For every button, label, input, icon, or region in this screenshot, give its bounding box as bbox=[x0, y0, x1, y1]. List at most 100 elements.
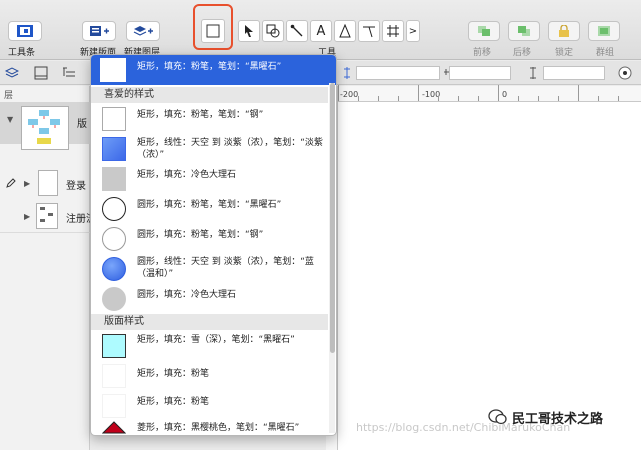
height-icon bbox=[530, 67, 536, 79]
menu-item-favorite[interactable]: 圆形，填充：冷色大理石 bbox=[91, 285, 328, 315]
rotation-icon[interactable] bbox=[618, 66, 632, 80]
menu-scroll-thumb[interactable] bbox=[330, 83, 335, 353]
grid-icon bbox=[387, 25, 399, 37]
toolbar-toggle-button[interactable] bbox=[8, 21, 42, 41]
canvas-icon[interactable] bbox=[34, 66, 48, 80]
menu-item-favorite[interactable]: 矩形，填充：冷色大理石 bbox=[91, 165, 328, 195]
toolbar-label: 工具条 bbox=[8, 48, 36, 58]
rectangle-swatch bbox=[102, 364, 126, 388]
style-tool-button[interactable] bbox=[201, 19, 225, 43]
height-field[interactable] bbox=[543, 66, 605, 80]
circle-gradient-swatch bbox=[102, 257, 126, 281]
layers-stack-icon[interactable] bbox=[5, 66, 19, 80]
bezier-tool-button[interactable] bbox=[358, 20, 380, 42]
circle-swatch bbox=[102, 197, 126, 221]
layer-thumbnail bbox=[38, 170, 58, 196]
send-backward-button[interactable] bbox=[508, 21, 540, 41]
canvas-styles-header: 版面样式 bbox=[91, 314, 328, 330]
ruler-label: -200 bbox=[340, 90, 359, 99]
width-field[interactable] bbox=[449, 66, 511, 80]
menu-item-label: 矩形，填充：粉笔，笔划：“黑曜石” bbox=[137, 62, 282, 72]
ruler-label: 0 bbox=[502, 90, 508, 99]
group-icon bbox=[598, 26, 610, 36]
pen-icon bbox=[339, 24, 351, 38]
menu-item-label: 圆形，填充：粉笔，笔划：“钢” bbox=[137, 230, 264, 240]
more-tools-button[interactable]: > bbox=[406, 20, 420, 42]
main-toolbar: 工具条 新建版面 新建图层 A > 工具 前移 后移 锁定 群组 bbox=[0, 0, 641, 60]
disclosure-triangle-icon[interactable]: ▶ bbox=[24, 212, 30, 221]
rectangle-gray-swatch bbox=[102, 167, 126, 191]
text-tool-button[interactable]: A bbox=[310, 20, 332, 42]
bring-forward-button[interactable] bbox=[468, 21, 500, 41]
style-popup-menu: 矩形，填充：粉笔，笔划：“黑曜石” 喜爱的样式 矩形，填充：粉笔，笔划：“钢” … bbox=[90, 54, 337, 436]
menu-item-favorite[interactable]: 矩形，填充：粉笔，笔划：“钢” bbox=[91, 105, 328, 135]
pencil-icon bbox=[6, 178, 16, 188]
lock-icon bbox=[559, 25, 569, 37]
rectangle-swatch bbox=[102, 107, 126, 131]
drawing-canvas[interactable] bbox=[338, 102, 641, 450]
menu-item-canvas-style[interactable]: 菱形，填充：黑樱桃色，笔划：“黑曜石” bbox=[91, 419, 328, 435]
mini-flowchart-icon bbox=[40, 207, 53, 222]
rectangle-gradient-swatch bbox=[102, 137, 126, 161]
layers-header: 层 bbox=[4, 91, 14, 101]
horizontal-ruler: -200 -100 0 bbox=[338, 85, 641, 102]
wechat-icon bbox=[488, 409, 507, 425]
group-label: 群组 bbox=[596, 48, 615, 58]
menu-item-selected[interactable]: 矩形，填充：粉笔，笔划：“黑曜石” bbox=[91, 55, 336, 85]
menu-item-label: 矩形，填充：粉笔，笔划：“钢” bbox=[137, 110, 264, 120]
style-swatch bbox=[100, 58, 126, 82]
layers-icon bbox=[133, 26, 153, 36]
lock-button[interactable] bbox=[548, 21, 580, 41]
send-backward-icon bbox=[518, 26, 530, 36]
grid-tool-button[interactable] bbox=[382, 20, 404, 42]
send-backward-label: 后移 bbox=[513, 48, 532, 58]
x-position-field[interactable] bbox=[356, 66, 440, 80]
favorites-header: 喜爱的样式 bbox=[91, 87, 328, 103]
y-position-icon bbox=[344, 67, 350, 79]
menu-item-label: 圆形，线性：天空 到 淡紫（浓），笔划：“蓝（温和）” bbox=[137, 257, 314, 279]
disclosure-triangle-icon[interactable]: ▶ bbox=[24, 179, 30, 188]
menu-item-label: 矩形，填充：粉笔 bbox=[137, 397, 210, 407]
menu-item-label: 菱形，填充：黑樱桃色，笔划：“黑曜石” bbox=[137, 423, 300, 433]
canvas-row[interactable]: ▼ 版 bbox=[0, 102, 90, 150]
menu-item-label: 矩形，填充：粉笔 bbox=[137, 369, 210, 379]
layer-name: 登录 bbox=[66, 181, 86, 192]
layer-thumbnail bbox=[36, 203, 58, 229]
group-button[interactable] bbox=[588, 21, 620, 41]
menu-item-label: 圆形，填充：冷色大理石 bbox=[137, 290, 237, 300]
wechat-caption: 民工哥技术之路 bbox=[512, 412, 604, 427]
menu-item-label: 矩形，填充：冷色大理石 bbox=[137, 170, 237, 180]
menu-item-label: 矩形，线性：天空 到 淡紫（浓），笔划：“淡紫（浓）” bbox=[137, 138, 323, 160]
menu-item-favorite[interactable]: 圆形，线性：天空 到 淡紫（浓），笔划：“蓝（温和）” bbox=[91, 255, 328, 285]
menu-item-canvas-style[interactable]: 矩形，填充：粉笔 bbox=[91, 362, 328, 392]
outline-icon[interactable] bbox=[62, 66, 76, 80]
line-tool-button[interactable] bbox=[286, 20, 308, 42]
menu-item-canvas-style[interactable]: 矩形，填充：粉笔 bbox=[91, 392, 328, 422]
pen-tool-button[interactable] bbox=[334, 20, 356, 42]
menu-item-canvas-style[interactable]: 矩形，填充：雪（深），笔划：“黑曜石” bbox=[91, 332, 328, 362]
menu-item-label: 矩形，填充：雪（深），笔划：“黑曜石” bbox=[137, 335, 295, 345]
diamond-swatch bbox=[102, 421, 126, 434]
pointer-tool-button[interactable] bbox=[238, 20, 260, 42]
layers-panel: 层 ▼ 版 ▶ 登录 ▶ 注册流 bbox=[0, 86, 96, 450]
new-canvas-icon bbox=[90, 26, 109, 36]
sidebar-icon bbox=[17, 25, 33, 37]
new-canvas-button[interactable] bbox=[82, 21, 116, 41]
circle-gray-swatch bbox=[102, 287, 126, 311]
menu-scrollbar[interactable] bbox=[329, 83, 335, 433]
new-layer-button[interactable] bbox=[126, 21, 160, 41]
text-tool-icon: A bbox=[316, 23, 326, 39]
bring-forward-label: 前移 bbox=[473, 48, 492, 58]
line-icon bbox=[290, 24, 303, 37]
menu-item-favorite[interactable]: 圆形，填充：粉笔，笔划：“黑曜石” bbox=[91, 195, 328, 225]
bring-forward-icon bbox=[478, 26, 490, 36]
circle-swatch bbox=[102, 227, 126, 251]
disclosure-triangle-icon[interactable]: ▼ bbox=[7, 115, 13, 124]
menu-item-favorite[interactable]: 矩形，线性：天空 到 淡紫（浓），笔划：“淡紫（浓）” bbox=[91, 135, 328, 165]
menu-item-favorite[interactable]: 圆形，填充：粉笔，笔划：“钢” bbox=[91, 225, 328, 255]
chevron-right-icon: > bbox=[408, 25, 418, 37]
shape-tool-button[interactable] bbox=[262, 20, 284, 42]
bezier-icon bbox=[363, 26, 375, 38]
rectangle-cyan-swatch bbox=[102, 334, 126, 358]
canvas-thumbnail bbox=[21, 106, 69, 150]
